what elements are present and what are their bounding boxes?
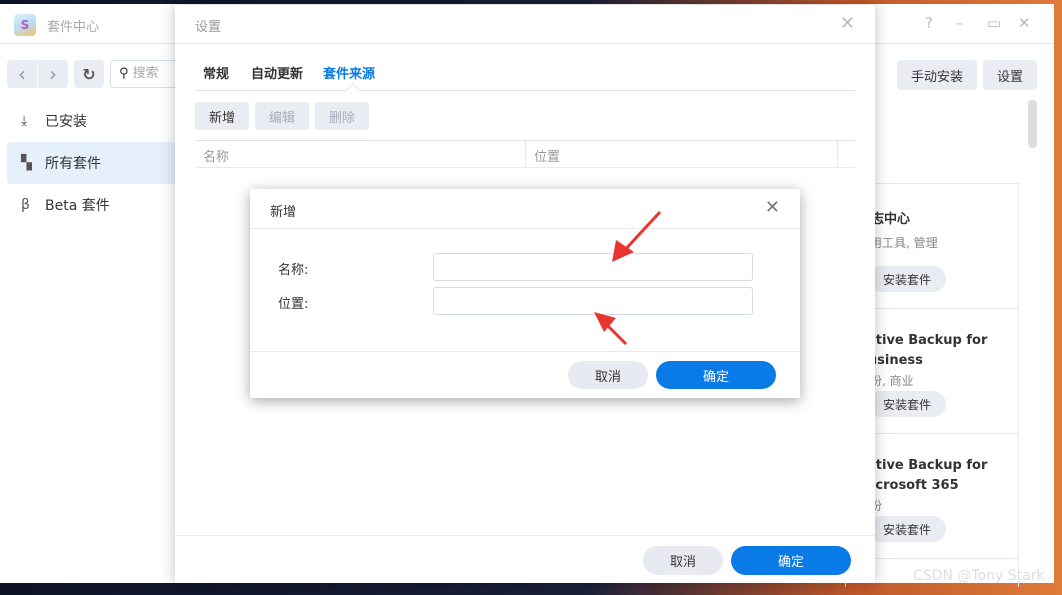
annotation-arrows [594, 210, 662, 346]
arrow-icon [594, 312, 628, 346]
arrow-icon [612, 210, 662, 262]
watermark: CSDN @Tony Stark [913, 568, 1045, 584]
